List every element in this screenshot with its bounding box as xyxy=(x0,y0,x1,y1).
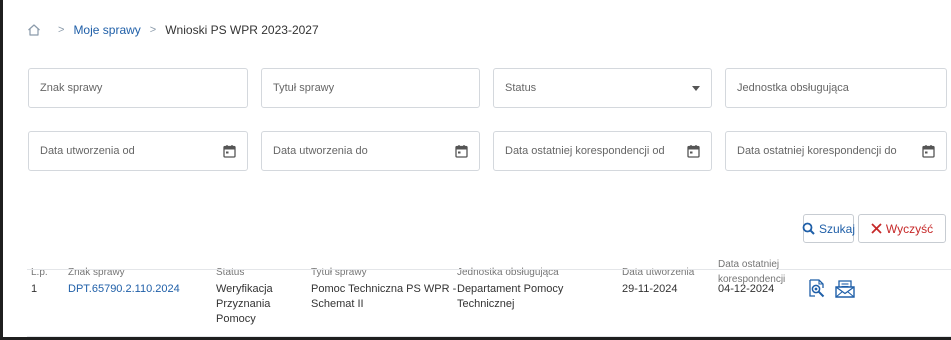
jednostka-obslugujaca-input[interactable]: Jednostka obsługująca xyxy=(725,68,947,108)
data-ostatniej-korespondencji-do-input[interactable]: Data ostatniej korespondencji do xyxy=(725,131,947,171)
breadcrumb: > Moje sprawy > Wnioski PS WPR 2023-2027 xyxy=(27,20,319,40)
clear-button[interactable]: Wyczyść xyxy=(858,214,946,243)
breadcrumb-current: Wnioski PS WPR 2023-2027 xyxy=(165,23,319,37)
case-number-link[interactable]: DPT.65790.2.110.2024 xyxy=(68,282,180,297)
header-status[interactable]: Status xyxy=(216,265,244,280)
search-button[interactable]: Szukaj xyxy=(802,214,856,243)
calendar-icon[interactable] xyxy=(455,144,468,158)
tytul-sprawy-placeholder: Tytuł sprawy xyxy=(273,82,335,94)
breadcrumb-moje-sprawy[interactable]: Moje sprawy xyxy=(73,23,140,37)
cell-data-utworzenia: 29-11-2024 xyxy=(622,283,678,295)
data-ostatniej-korespondencji-od-input[interactable]: Data ostatniej korespondencji od xyxy=(493,131,712,171)
header-tytul-sprawy[interactable]: Tytuł sprawy xyxy=(311,265,367,280)
data-utworzenia-do-placeholder: Data utworzenia do xyxy=(273,145,368,157)
cell-status-line: Przyznania xyxy=(216,298,271,310)
cell-jednostka: Departament Pomocy Technicznej xyxy=(457,282,563,312)
cell-status-line: Weryfikacja xyxy=(216,283,273,295)
cell-tytul: Pomoc Techniczna PS WPR - Schemat II xyxy=(311,282,456,312)
calendar-icon[interactable] xyxy=(687,144,700,158)
cell-data-korespondencji: 04-12-2024 xyxy=(718,283,775,295)
calendar-icon[interactable] xyxy=(223,144,236,158)
header-data-utworzenia[interactable]: Data utworzenia xyxy=(622,265,694,280)
case-preview-icon[interactable] xyxy=(806,278,828,300)
status-placeholder: Status xyxy=(505,82,537,94)
data-kor-od-placeholder: Data ostatniej korespondencji od xyxy=(505,145,665,157)
table-header-divider xyxy=(27,269,951,270)
header-lp: L.p. xyxy=(31,267,48,278)
home-icon[interactable] xyxy=(27,23,41,37)
cell-jednostka-line: Departament Pomocy xyxy=(457,283,564,295)
cell-status-line: Pomocy xyxy=(216,313,256,325)
cell-lp: 1 xyxy=(31,283,38,295)
breadcrumb-separator: > xyxy=(58,24,65,36)
cell-jednostka-line: Technicznej xyxy=(457,298,515,310)
cell-tytul-line: Schemat II xyxy=(311,298,364,310)
data-utworzenia-do-input[interactable]: Data utworzenia do xyxy=(261,131,480,171)
data-utworzenia-od-input[interactable]: Data utworzenia od xyxy=(28,131,248,171)
table-row-divider xyxy=(27,336,951,337)
breadcrumb-separator: > xyxy=(149,24,157,36)
search-button-label: Szukaj xyxy=(818,221,856,236)
jednostka-placeholder: Jednostka obsługująca xyxy=(737,82,849,94)
header-jednostka[interactable]: Jednostka obsługująca xyxy=(457,265,559,280)
data-utworzenia-od-placeholder: Data utworzenia od xyxy=(40,145,135,157)
close-icon xyxy=(871,223,882,234)
znak-sprawy-input[interactable]: Znak sprawy xyxy=(28,68,248,108)
cell-status: Weryfikacja Przyznania Pomocy xyxy=(216,282,273,327)
znak-sprawy-placeholder: Znak sprawy xyxy=(40,82,103,94)
header-znak-sprawy[interactable]: Znak sprawy xyxy=(68,265,125,280)
tytul-sprawy-input[interactable]: Tytuł sprawy xyxy=(261,68,480,108)
clear-button-label: Wyczyść xyxy=(885,221,934,236)
calendar-icon[interactable] xyxy=(922,144,935,158)
cell-tytul-line: Pomoc Techniczna PS WPR - xyxy=(311,283,457,295)
correspondence-icon[interactable] xyxy=(834,278,856,300)
search-icon xyxy=(802,222,815,235)
data-kor-do-placeholder: Data ostatniej korespondencji do xyxy=(737,145,897,157)
status-select[interactable]: Status xyxy=(493,68,712,108)
chevron-down-icon xyxy=(692,85,700,91)
